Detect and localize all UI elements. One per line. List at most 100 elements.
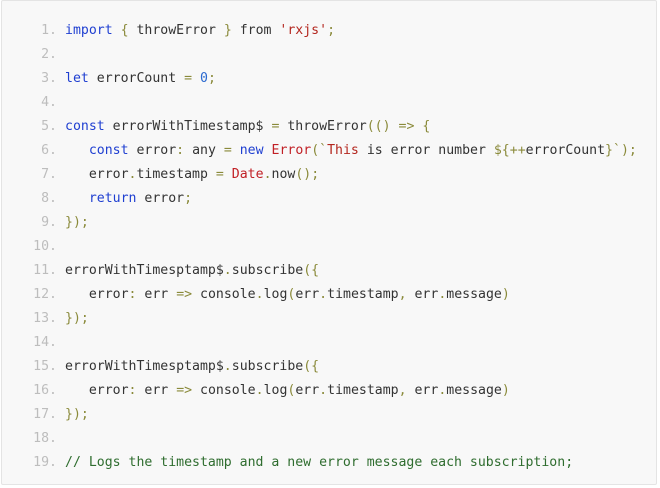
code-token: ({ xyxy=(303,263,320,278)
code-token: This xyxy=(327,143,359,158)
code-line: 19. // Logs the timestamp and a new error… xyxy=(2,451,656,475)
code-token: => xyxy=(398,119,415,134)
code-token: = xyxy=(184,71,193,86)
code-token: from xyxy=(231,23,280,38)
code-line: 4. xyxy=(2,91,656,115)
code-token: ; xyxy=(207,71,216,86)
code-token: errorWithTimesptamp$ xyxy=(65,359,224,374)
code-token: errorWithTimestamp$ xyxy=(104,119,272,134)
code-token: }); xyxy=(65,407,89,422)
code-token: new xyxy=(239,143,264,158)
code-token: err xyxy=(136,287,177,302)
code-token: 'rxjs' xyxy=(279,23,328,38)
code-token: } xyxy=(223,23,232,38)
code-token: subscribe xyxy=(231,263,304,278)
code-token: (` xyxy=(311,143,328,158)
code-token: message xyxy=(446,287,502,302)
code-line: 14. xyxy=(2,331,656,355)
code-text: return error; xyxy=(57,187,656,211)
code-text: const error: any = new Error(`This is er… xyxy=(57,139,656,163)
line-number: 6. xyxy=(41,143,57,158)
code-token: err xyxy=(406,383,439,398)
code-token: // Logs the timestamp and a new error me… xyxy=(65,455,574,470)
line-number: 17. xyxy=(33,407,57,422)
code-token: error xyxy=(65,167,129,182)
code-token: }); xyxy=(65,311,89,326)
code-token: }` xyxy=(605,143,621,158)
code-text: // Logs the timestamp and a new error me… xyxy=(57,451,656,475)
code-line: 6. const error: any = new Error(`This is… xyxy=(2,139,656,163)
code-token: }); xyxy=(65,215,89,230)
line-number: 1. xyxy=(41,23,57,38)
code-token: const xyxy=(88,143,129,158)
line-number: 9. xyxy=(41,215,57,230)
code-token: . xyxy=(255,383,264,398)
code-token: . xyxy=(319,287,328,302)
code-token: ; xyxy=(184,191,193,206)
code-text: let errorCount = 0; xyxy=(57,67,656,91)
line-number: 2. xyxy=(41,47,57,62)
code-text: error: err => console.log(err.timestamp,… xyxy=(57,379,656,403)
code-line: 2. xyxy=(2,43,656,67)
code-line: 5. const errorWithTimestamp$ = throwError… xyxy=(2,115,656,139)
code-token: errorWithTimesptamp$ xyxy=(65,263,224,278)
code-text: import { throwError } from 'rxjs'; xyxy=(57,19,656,43)
code-token: throwError xyxy=(279,119,367,134)
code-token: ); xyxy=(620,143,637,158)
code-token: error xyxy=(65,383,129,398)
code-token: errorCount xyxy=(525,143,606,158)
code-text: }); xyxy=(57,307,656,331)
line-number: 5. xyxy=(41,119,57,134)
code-block: 1. import { throwError } from 'rxjs'; 2. 3.… xyxy=(1,0,657,485)
code-token: : xyxy=(176,143,185,158)
line-number: 16. xyxy=(33,383,57,398)
code-token: => xyxy=(176,287,193,302)
code-token: => xyxy=(176,383,193,398)
code-token: let xyxy=(65,71,89,86)
line-number: 4. xyxy=(41,95,57,110)
code-token: ({ xyxy=(303,359,320,374)
line-number: 10. xyxy=(33,239,57,254)
code-line: 10. xyxy=(2,235,656,259)
code-token: timestamp xyxy=(327,287,399,302)
code-text: error.timestamp = Date.now(); xyxy=(57,163,656,187)
code-token: err xyxy=(136,383,177,398)
code-token: Error xyxy=(271,143,312,158)
code-line: 17.}); xyxy=(2,403,656,427)
code-token: (); xyxy=(295,167,320,182)
code-text: }); xyxy=(57,403,656,427)
code-token: now xyxy=(271,167,296,182)
line-number: 15. xyxy=(33,359,57,374)
code-lines: 1. import { throwError } from 'rxjs'; 2. 3.… xyxy=(2,19,656,475)
code-token: subscribe xyxy=(231,359,304,374)
code-line: 9.}); xyxy=(2,211,656,235)
code-token: errorCount xyxy=(88,71,185,86)
line-number: 14. xyxy=(33,335,57,350)
code-token: ) xyxy=(501,287,510,302)
code-token: = xyxy=(223,143,232,158)
code-line: 11. errorWithTimesptamp$.subscribe({ xyxy=(2,259,656,283)
code-token: ${ xyxy=(493,143,510,158)
code-token: err xyxy=(295,383,320,398)
line-number: 8. xyxy=(41,191,57,206)
code-line: 7. error.timestamp = Date.now(); xyxy=(2,163,656,187)
line-number: 13. xyxy=(33,311,57,326)
code-token: timestamp xyxy=(327,383,399,398)
code-text: errorWithTimesptamp$.subscribe({ xyxy=(57,259,656,283)
code-token: timestamp xyxy=(136,167,216,182)
code-token: error xyxy=(65,287,129,302)
line-number: 3. xyxy=(41,71,57,86)
line-number: 18. xyxy=(33,431,57,446)
code-token: import xyxy=(65,23,113,38)
code-token: ; xyxy=(327,23,336,38)
code-line: 18. xyxy=(2,427,656,451)
code-token: console xyxy=(192,287,256,302)
